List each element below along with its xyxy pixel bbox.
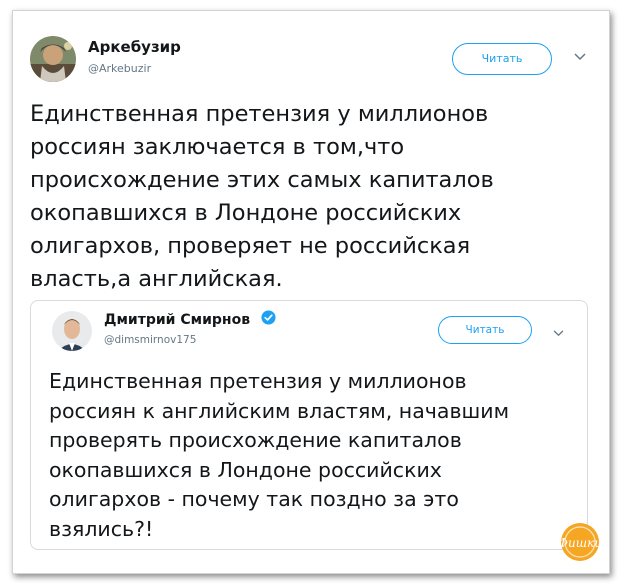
quoted-text-line: олигархов - почему так поздно за это — [49, 487, 459, 511]
logo-text: Фишки — [560, 536, 600, 550]
quoted-author-handle[interactable]: @dimsmirnov175 — [104, 334, 196, 346]
avatar[interactable] — [30, 36, 76, 82]
site-logo-icon: Фишки — [558, 522, 602, 562]
author-name[interactable]: Аркебузир — [88, 38, 181, 56]
quoted-follow-button[interactable]: Читать — [438, 316, 532, 344]
verified-badge-icon — [261, 310, 276, 325]
tweet-text-line: олигархов, проверяет не российская — [30, 233, 471, 259]
chevron-down-icon[interactable] — [574, 50, 586, 64]
quoted-text-line: проверять происхождение капиталов — [49, 428, 462, 452]
tweet-text-line: россиян заключается в том,что — [30, 134, 405, 160]
quoted-text-line: россиян к английским властям, начавшим — [49, 398, 510, 423]
quoted-text-line: взялись?! — [49, 516, 154, 541]
chevron-down-icon[interactable] — [553, 326, 564, 340]
tweet-text-line: власть,а английская. — [30, 266, 283, 292]
tweet-text-line: происхождение этих самых капиталов — [30, 167, 494, 193]
author-handle[interactable]: @Arkebuzir — [88, 62, 151, 75]
tweet-text: Единственная претензия у миллионов росси… — [30, 98, 570, 296]
tweet-text-line: Единственная претензия у миллионов — [30, 101, 489, 127]
quoted-text-line: Единственная претензия у миллионов — [49, 369, 467, 393]
quoted-avatar[interactable] — [52, 311, 92, 351]
quoted-author-name[interactable]: Дмитрий Смирнов — [104, 312, 250, 328]
quoted-text-line: окопавшихся в Лондоне российских — [49, 457, 442, 482]
tweet-text-line: окопавшихся в Лондоне российских — [30, 200, 462, 226]
quoted-tweet-text: Единственная претензия у миллионов росси… — [49, 367, 569, 544]
follow-button[interactable]: Читать — [452, 43, 552, 75]
